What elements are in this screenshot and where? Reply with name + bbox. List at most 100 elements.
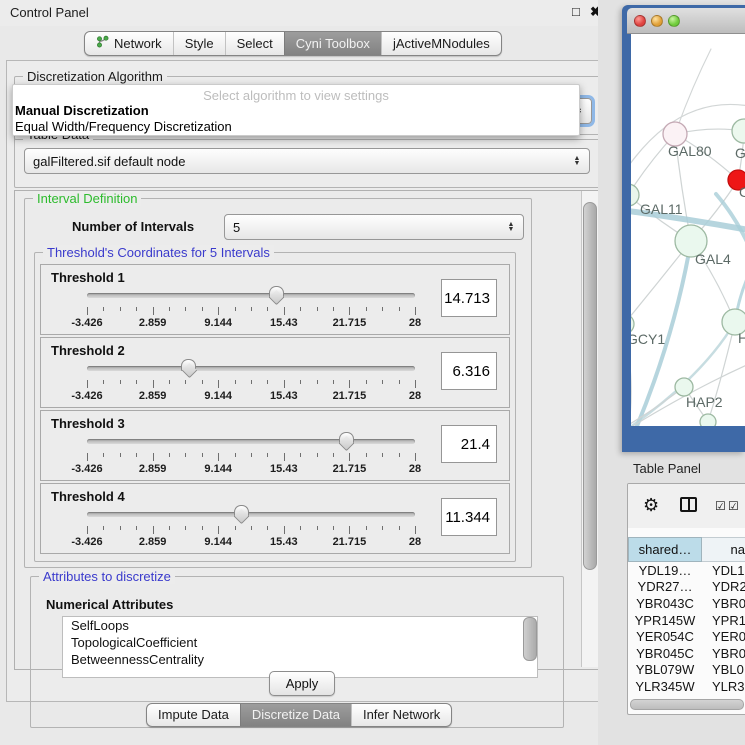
node-label: GAL80 xyxy=(668,143,712,159)
network-node[interactable] xyxy=(732,119,745,143)
table-row[interactable]: YIL052CYIL0 xyxy=(628,695,745,698)
table-row[interactable]: YBR043CYBR0 xyxy=(628,595,745,612)
cell-shared-name: YLR345W xyxy=(628,679,702,694)
network-view-window: GAL80GAGAL11CGAL4GCY1HHAP2 xyxy=(622,5,745,452)
threshold-value-field[interactable]: 11.344 xyxy=(441,498,497,536)
network-edge xyxy=(631,104,745,174)
zoom-light-icon[interactable] xyxy=(668,15,680,27)
table-row[interactable]: YDR27…YDR2 xyxy=(628,579,745,596)
table-panel-title: Table Panel xyxy=(633,461,701,476)
close-light-icon[interactable] xyxy=(634,15,646,27)
checkbox-icon[interactable]: ☑ xyxy=(728,499,739,513)
slider-thumb[interactable] xyxy=(339,432,354,451)
interval-definition-title: Interval Definition xyxy=(33,191,141,206)
numerical-attributes-label: Numerical Attributes xyxy=(46,597,173,612)
threshold-value-field[interactable]: 14.713 xyxy=(441,279,497,317)
cell-shared-name: YBR045C xyxy=(628,646,702,661)
slider-thumb[interactable] xyxy=(234,505,249,524)
tab-impute-data[interactable]: Impute Data xyxy=(147,704,240,726)
tab-cyni-toolbox[interactable]: Cyni Toolbox xyxy=(284,32,381,55)
cell-name: YBR0 xyxy=(702,596,745,611)
slider-thumb[interactable] xyxy=(269,286,284,305)
network-canvas[interactable]: GAL80GAGAL11CGAL4GCY1HHAP2 xyxy=(631,34,745,426)
cell-shared-name: YDL19… xyxy=(628,563,702,578)
slider-ticks xyxy=(87,307,415,316)
table-panel: ⚙ ☑ ☑ shared… na YDL19…YDL1YDR27…YDR2YBR… xyxy=(627,483,745,715)
tab-network[interactable]: Network xyxy=(85,32,173,55)
slider-ticks xyxy=(87,380,415,389)
threshold-panel-4: Threshold 4 -3.4262.8599.14415.4321.71528… xyxy=(40,483,510,554)
tab-style[interactable]: Style xyxy=(173,32,225,55)
table-row[interactable]: YLR345WYLR3 xyxy=(628,678,745,695)
popup-item-equal-width-frequency[interactable]: Equal Width/Frequency Discretization xyxy=(15,119,232,134)
attribute-list-item[interactable]: BetweennessCentrality xyxy=(63,651,537,668)
thresholds-group-title: Threshold's Coordinates for 5 Intervals xyxy=(43,245,274,260)
float-window-icon[interactable]: □ xyxy=(572,4,580,19)
cell-shared-name: YDR27… xyxy=(628,579,702,594)
tab-style-label: Style xyxy=(185,36,214,51)
cell-shared-name: YIL052C xyxy=(628,696,702,698)
checkbox-icon[interactable]: ☑ xyxy=(715,499,726,513)
apply-button[interactable]: Apply xyxy=(269,671,335,696)
table-hscrollbar-thumb[interactable] xyxy=(630,699,744,710)
slider-tick-labels: -3.4262.8599.14415.4321.71528 xyxy=(87,317,415,329)
table-row[interactable]: YPR145WYPR1 xyxy=(628,612,745,629)
attributes-group-title: Attributes to discretize xyxy=(39,569,175,584)
control-panel-titlebar: Control Panel □ ✖ xyxy=(0,0,620,26)
tab-select[interactable]: Select xyxy=(225,32,284,55)
cell-name: YIL0 xyxy=(702,696,745,698)
network-edge xyxy=(716,194,745,246)
attributes-scrollbar-thumb[interactable] xyxy=(523,617,537,661)
slider-thumb[interactable] xyxy=(181,359,196,378)
tab-network-label: Network xyxy=(114,36,162,51)
column-header-shared[interactable]: shared… xyxy=(628,537,702,562)
attribute-list-item[interactable]: SelfLoops xyxy=(63,617,537,634)
tab-jactivemnodules[interactable]: jActiveMNodules xyxy=(381,32,501,55)
table-row[interactable]: YBL079WYBL0 xyxy=(628,662,745,679)
table-rows: YDL19…YDL1YDR27…YDR2YBR043CYBR0YPR145WYP… xyxy=(628,562,745,698)
split-columns-icon[interactable] xyxy=(680,497,697,512)
number-of-intervals-value: 5 xyxy=(233,220,240,235)
popup-item-manual-discretization[interactable]: Manual Discretization xyxy=(15,103,149,118)
table-row[interactable]: YER054CYER0 xyxy=(628,628,745,645)
threshold-label: Threshold 1 xyxy=(51,270,125,285)
slider-tick-labels: -3.4262.8599.14415.4321.71528 xyxy=(87,463,415,475)
threshold-panel-3: Threshold 3-3.4262.8599.14415.4321.71528… xyxy=(40,410,510,481)
attribute-list-item[interactable]: TopologicalCoefficient xyxy=(63,634,537,651)
main-scrollbar-thumb[interactable] xyxy=(583,202,597,570)
column-header-name[interactable]: na xyxy=(702,537,745,562)
network-graph[interactable]: GAL80GAGAL11CGAL4GCY1HHAP2 xyxy=(631,34,745,426)
threshold-value-field[interactable]: 21.4 xyxy=(441,425,497,463)
cell-name: YPR1 xyxy=(702,613,745,628)
slider-tick-labels: -3.4262.8599.14415.4321.71528 xyxy=(87,536,415,548)
number-of-intervals-combo[interactable]: 5 ▲▼ xyxy=(224,214,524,240)
table-row[interactable]: YBR045CYBR0 xyxy=(628,645,745,662)
table-header: shared… na xyxy=(628,537,745,562)
threshold-label: Threshold 4 xyxy=(51,489,125,504)
tab-jactivemnodules-label: jActiveMNodules xyxy=(393,36,490,51)
node-label: H xyxy=(738,330,745,346)
tab-impute-data-label: Impute Data xyxy=(158,707,229,722)
control-panel: Control Panel □ ✖ Network Style SelectCyni… xyxy=(0,0,620,745)
panel-title: Control Panel xyxy=(10,5,89,20)
network-window-titlebar[interactable] xyxy=(627,8,745,34)
tab-infer-network[interactable]: Infer Network xyxy=(351,704,451,726)
threshold-slider[interactable]: -3.4262.8599.14415.4321.71528 xyxy=(65,358,423,404)
table-data-combo-value: galFiltered.sif default node xyxy=(33,154,185,169)
threshold-slider[interactable]: -3.4262.8599.14415.4321.71528 xyxy=(65,431,423,477)
threshold-panel-1: Threshold 1 -3.4262.8599.14415.4321.71528… xyxy=(40,264,510,335)
minimize-light-icon[interactable] xyxy=(651,15,663,27)
table-row[interactable]: YDL19…YDL1 xyxy=(628,562,745,579)
threshold-slider[interactable]: -3.4262.8599.14415.4321.71528 xyxy=(65,285,423,331)
threshold-value-field[interactable]: 6.316 xyxy=(441,352,497,390)
cell-shared-name: YBR043C xyxy=(628,596,702,611)
threshold-slider[interactable]: -3.4262.8599.14415.4321.71528 xyxy=(65,504,423,550)
network-edge xyxy=(675,49,711,134)
table-data-combo[interactable]: galFiltered.sif default node ▲▼ xyxy=(24,148,590,174)
numerical-attributes-list[interactable]: SelfLoopsTopologicalCoefficientBetweenne… xyxy=(62,616,538,678)
tab-discretize-data-label: Discretize Data xyxy=(252,707,340,722)
network-node[interactable] xyxy=(700,414,716,426)
tab-discretize-data[interactable]: Discretize Data xyxy=(240,704,351,726)
gear-icon[interactable]: ⚙ xyxy=(643,495,659,516)
threshold-panel-2: Threshold 2-3.4262.8599.14415.4321.71528… xyxy=(40,337,510,408)
